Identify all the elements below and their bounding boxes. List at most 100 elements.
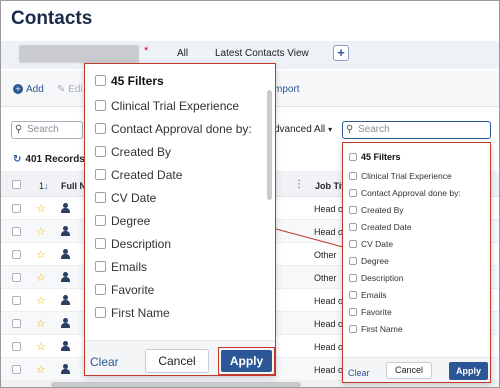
job-title-cell: Head o: [314, 365, 344, 375]
filter-checkbox[interactable]: [349, 172, 357, 180]
cancel-button[interactable]: Cancel: [386, 362, 432, 379]
advanced-filter-select[interactable]: dvanced All ▾: [274, 124, 332, 135]
sort-down-icon: ↓: [44, 181, 49, 191]
row-checkbox[interactable]: [12, 227, 21, 236]
filter-option-label: Description: [111, 237, 172, 251]
filter-option[interactable]: Created Date: [349, 222, 412, 232]
row-checkbox[interactable]: [12, 296, 21, 305]
filter-checkbox[interactable]: [95, 169, 106, 180]
filter-checkbox[interactable]: [349, 240, 357, 248]
add-label: Add: [26, 84, 44, 95]
row-checkbox[interactable]: [12, 204, 21, 213]
row-checkbox[interactable]: [12, 342, 21, 351]
star-icon[interactable]: ☆: [36, 363, 46, 376]
filter-count-label: 45 Filters: [361, 152, 401, 162]
filter-search-placeholder: Search: [358, 124, 390, 135]
filter-checkbox[interactable]: [95, 238, 106, 249]
tab-latest-contacts-view[interactable]: Latest Contacts View: [215, 48, 309, 59]
blurred-view-name[interactable]: [19, 45, 139, 63]
job-title-cell: Head o: [314, 296, 344, 306]
star-icon[interactable]: ☆: [36, 340, 46, 353]
filter-search-input[interactable]: ⚲ Search: [342, 121, 491, 139]
add-view-button[interactable]: +: [333, 45, 349, 61]
column-menu-icon[interactable]: ⋮: [294, 179, 304, 190]
cancel-button[interactable]: Cancel: [145, 349, 209, 373]
person-icon: [61, 295, 70, 306]
star-icon[interactable]: ☆: [36, 202, 46, 215]
filter-option[interactable]: Created Date: [95, 168, 182, 182]
clear-button[interactable]: Clear: [90, 355, 119, 369]
filter-checkbox[interactable]: [95, 215, 106, 226]
job-title-cell: Other: [314, 273, 337, 283]
page-title: Contacts: [11, 8, 93, 29]
filter-count-label: 45 Filters: [111, 74, 164, 88]
filter-header[interactable]: 45 Filters: [349, 152, 401, 162]
filter-option[interactable]: CV Date: [95, 191, 156, 205]
star-icon[interactable]: ☆: [36, 317, 46, 330]
filter-option[interactable]: Favorite: [349, 307, 392, 317]
filter-checkbox[interactable]: [95, 307, 106, 318]
filter-option[interactable]: Description: [349, 273, 404, 283]
filter-checkbox[interactable]: [95, 146, 106, 157]
filter-option[interactable]: Created By: [349, 205, 404, 215]
filter-option-label: Contact Approval done by:: [111, 122, 252, 136]
filter-option[interactable]: Degree: [95, 214, 150, 228]
filter-option[interactable]: First Name: [95, 306, 170, 320]
filter-checkbox[interactable]: [349, 325, 357, 333]
filter-option[interactable]: Contact Approval done by:: [349, 188, 461, 198]
filter-option[interactable]: Degree: [349, 256, 389, 266]
filter-checkbox[interactable]: [349, 189, 357, 197]
filter-checkbox[interactable]: [349, 308, 357, 316]
filter-option[interactable]: Favorite: [95, 283, 154, 297]
filter-header[interactable]: 45 Filters: [95, 74, 164, 88]
filter-checkbox[interactable]: [95, 261, 106, 272]
filter-checkbox[interactable]: [95, 100, 106, 111]
add-button[interactable]: + Add: [13, 84, 44, 95]
filter-checkbox[interactable]: [349, 257, 357, 265]
search-icon: ⚲: [346, 124, 354, 135]
scrollbar-thumb[interactable]: [51, 382, 301, 387]
filter-option-label: Emails: [111, 260, 148, 274]
star-icon[interactable]: ☆: [36, 294, 46, 307]
refresh-icon[interactable]: ↻: [13, 154, 21, 165]
star-icon[interactable]: ☆: [36, 248, 46, 261]
filter-option[interactable]: First Name: [349, 324, 403, 334]
row-checkbox[interactable]: [12, 319, 21, 328]
row-checkbox[interactable]: [12, 273, 21, 282]
star-icon[interactable]: ☆: [36, 271, 46, 284]
filter-option[interactable]: Emails: [349, 290, 387, 300]
filter-option[interactable]: Clinical Trial Experience: [95, 99, 239, 113]
row-checkbox[interactable]: [12, 250, 21, 259]
filter-option[interactable]: CV Date: [349, 239, 393, 249]
filter-option[interactable]: Emails: [95, 260, 147, 274]
filter-checkbox[interactable]: [349, 274, 357, 282]
select-all-filters-checkbox[interactable]: [349, 153, 357, 161]
tab-all[interactable]: All: [177, 48, 188, 59]
filter-option-label: Created Date: [111, 168, 183, 182]
filter-option[interactable]: Created By: [95, 145, 171, 159]
filter-checkbox[interactable]: [349, 291, 357, 299]
filter-checkbox[interactable]: [349, 206, 357, 214]
star-icon[interactable]: ☆: [36, 225, 46, 238]
clear-button[interactable]: Clear: [348, 368, 370, 378]
filter-checkbox[interactable]: [95, 192, 106, 203]
column-header-number[interactable]: 1↓: [39, 181, 49, 191]
search-input[interactable]: ⚲ Search: [11, 121, 83, 139]
column-header-full-name[interactable]: Full N: [61, 181, 86, 191]
select-all-filters-checkbox[interactable]: [95, 75, 106, 86]
filter-checkbox[interactable]: [349, 223, 357, 231]
filter-option[interactable]: Clinical Trial Experience: [349, 171, 452, 181]
filter-option-label: Degree: [361, 256, 389, 266]
edit-button[interactable]: ✎ Edi: [57, 84, 83, 95]
apply-button[interactable]: Apply: [221, 350, 272, 372]
filter-checkbox[interactable]: [95, 123, 106, 134]
select-all-checkbox[interactable]: [12, 180, 21, 189]
import-button[interactable]: mport: [274, 84, 300, 95]
apply-button[interactable]: Apply: [449, 362, 488, 380]
job-title-cell: Head o: [314, 204, 344, 214]
filter-option[interactable]: Contact Approval done by:: [95, 122, 252, 136]
filter-option[interactable]: Description: [95, 237, 171, 251]
filter-scrollbar[interactable]: [267, 90, 272, 200]
filter-checkbox[interactable]: [95, 284, 106, 295]
row-checkbox[interactable]: [12, 365, 21, 374]
